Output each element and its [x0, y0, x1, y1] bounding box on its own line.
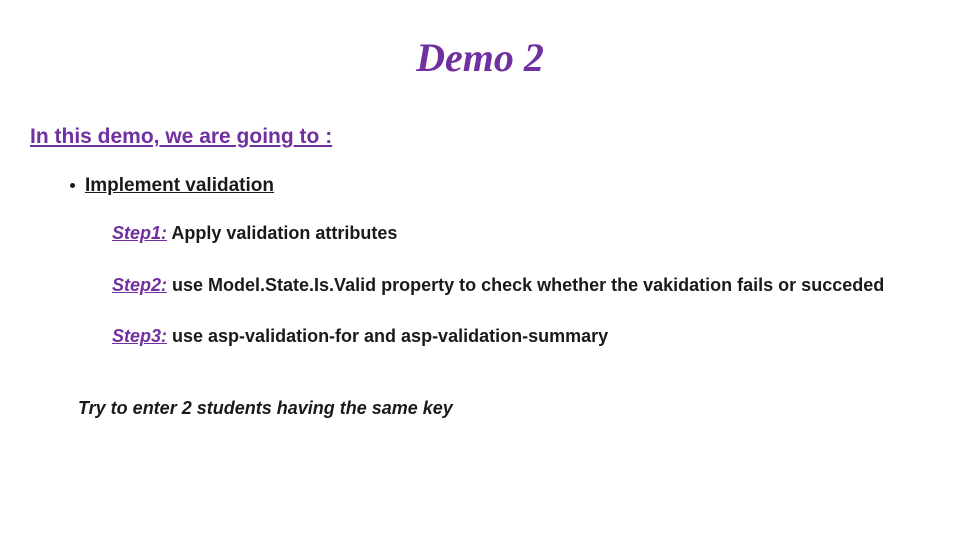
bullet-text: Implement validation	[85, 175, 274, 197]
bullet-icon	[70, 183, 75, 188]
steps-list: Step1: Apply validation attributes Step2…	[112, 219, 890, 352]
closing-note: Try to enter 2 students having the same …	[78, 398, 930, 419]
bullet-item: Implement validation	[70, 175, 930, 197]
step-3: Step3: use asp-validation-for and asp-va…	[112, 322, 890, 352]
slide: Demo 2 In this demo, we are going to : I…	[0, 0, 960, 540]
step-label: Step3:	[112, 326, 167, 346]
intro-line: In this demo, we are going to :	[30, 125, 930, 149]
step-label: Step1:	[112, 223, 167, 243]
step-1: Step1: Apply validation attributes	[112, 219, 890, 249]
step-body: use Model.State.Is.Valid property to che…	[167, 275, 884, 295]
slide-title: Demo 2	[310, 34, 650, 81]
step-body: Apply validation attributes	[167, 223, 397, 243]
step-2: Step2: use Model.State.Is.Valid property…	[112, 271, 890, 301]
step-label: Step2:	[112, 275, 167, 295]
step-body: use asp-validation-for and asp-validatio…	[167, 326, 608, 346]
